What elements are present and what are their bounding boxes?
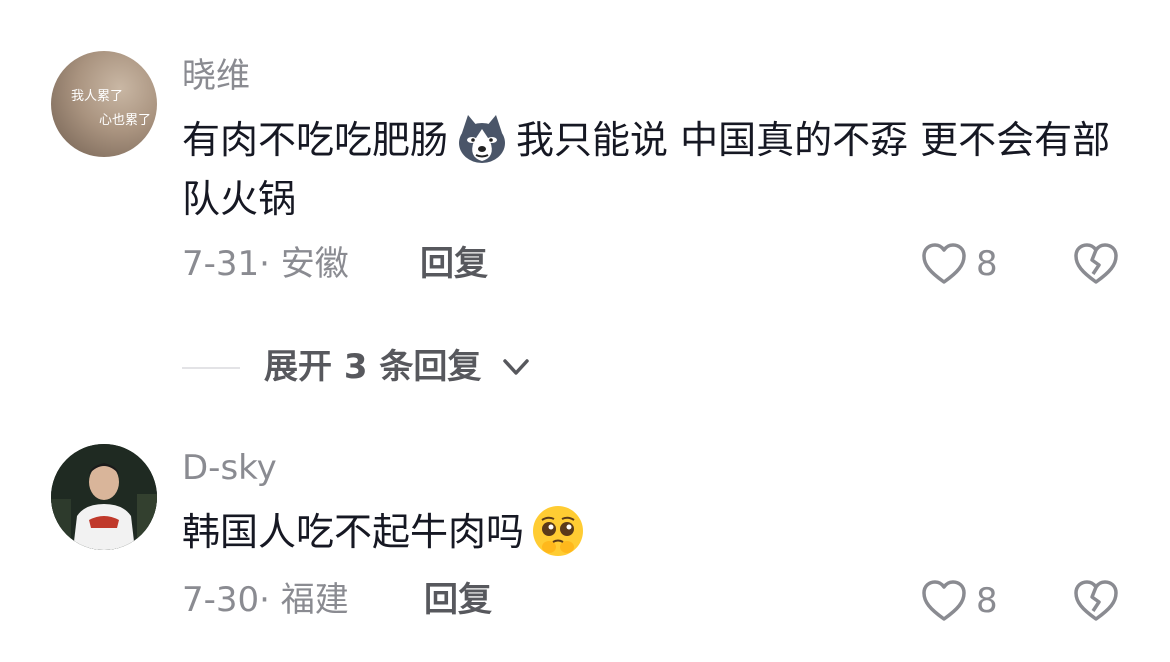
comment-text: 有肉不吃吃肥肠 xyxy=(182,118,449,162)
avatar[interactable]: 我人累了 心也累了 xyxy=(51,51,157,157)
broken-heart-icon xyxy=(1074,580,1118,621)
broken-heart-icon xyxy=(1074,243,1118,284)
like-count: 8 xyxy=(976,581,998,621)
comment-username[interactable]: 晓维 xyxy=(182,56,250,96)
avatar[interactable] xyxy=(51,444,157,550)
reply-button[interactable]: 回复 xyxy=(420,244,488,284)
dislike-button[interactable] xyxy=(1072,240,1120,288)
avatar-text: 我人累了 xyxy=(71,89,124,104)
avatar-text: 心也累了 xyxy=(99,113,152,128)
like-button[interactable]: 8 xyxy=(920,240,1040,288)
comment-content: 韩国人吃不起牛肉吗 xyxy=(182,504,1112,563)
dislike-button[interactable] xyxy=(1072,577,1120,625)
avatar-photo xyxy=(51,444,157,550)
husky-face-emoji xyxy=(454,111,510,167)
like-count: 8 xyxy=(976,244,998,284)
comment-username[interactable]: D-sky xyxy=(182,448,277,488)
reply-button[interactable]: 回复 xyxy=(424,580,492,620)
divider xyxy=(182,367,240,369)
like-button[interactable]: 8 xyxy=(920,577,1040,625)
expand-replies-label: 展开 3 条回复 xyxy=(264,347,482,387)
pleading-face-emoji xyxy=(530,503,586,559)
heart-outline-icon xyxy=(922,580,966,621)
comment-date-location: 7-30· 福建 xyxy=(182,580,349,620)
comment-content: 有肉不吃吃肥肠 我只能说 中国真的不孬 更不会有部队火锅 xyxy=(182,112,1112,227)
chevron-down-icon xyxy=(503,359,529,375)
heart-outline-icon xyxy=(922,243,966,284)
comment-date-location: 7-31· 安徽 xyxy=(182,244,349,284)
comment-text: 韩国人吃不起牛肉吗 xyxy=(182,510,525,554)
